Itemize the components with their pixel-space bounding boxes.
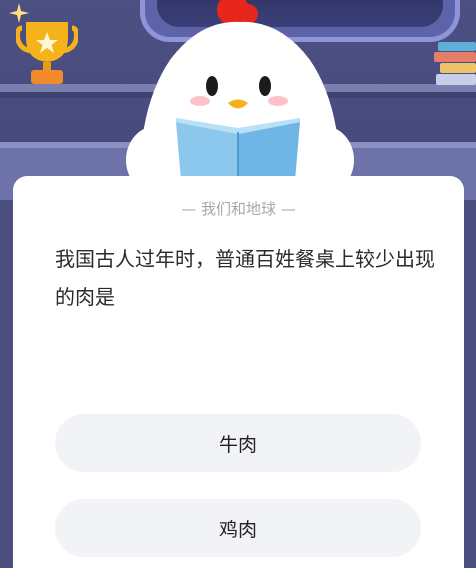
answer-option-2[interactable]: 鸡肉 [55,499,421,557]
chick-mascot-icon [126,0,354,200]
quiz-category: — 我们和地球 — [181,200,296,218]
quiz-card: — 我们和地球 — 我国古人过年时，普通百姓餐桌上较少出现的肉是 牛肉 鸡肉 [13,176,464,568]
answer-option-label: 牛肉 [218,433,257,456]
quiz-question: 我国古人过年时，普通百姓餐桌上较少出现的肉是 [55,247,435,309]
book-stack-icon [434,42,476,85]
answer-option-label: 鸡肉 [218,518,257,541]
header-illustration [0,0,476,200]
trophy-icon [16,22,78,84]
answer-option-1[interactable]: 牛肉 [55,414,421,472]
